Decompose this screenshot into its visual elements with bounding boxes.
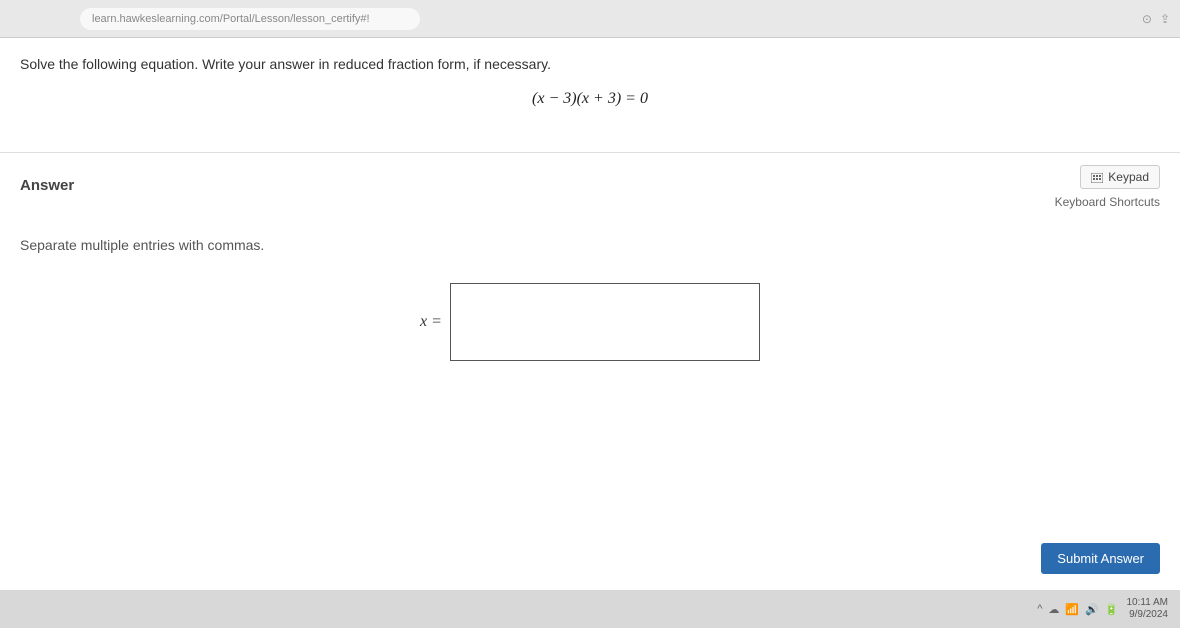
answer-input[interactable] [450,283,760,361]
clock-time: 10:11 AM [1126,597,1168,609]
battery-icon[interactable]: 🔋 [1105,603,1119,616]
answer-label: Answer [20,177,74,194]
keyboard-shortcuts-link[interactable]: Keyboard Shortcuts [1055,195,1160,209]
system-tray: ^ ☁ 📶 🔊 🔋 [1037,603,1118,616]
windows-taskbar: ^ ☁ 📶 🔊 🔋 10:11 AM 9/9/2024 [0,590,1180,628]
keypad-icon [1091,172,1103,182]
search-icon[interactable]: ⊙ [1142,12,1152,26]
browser-chrome: learn.hawkeslearning.com/Portal/Lesson/l… [0,0,1180,38]
equation-display: (x − 3)(x + 3) = 0 [20,90,1160,108]
url-text: learn.hawkeslearning.com/Portal/Lesson/l… [92,13,370,25]
taskbar-clock[interactable]: 10:11 AM 9/9/2024 [1126,597,1168,621]
clock-date: 9/9/2024 [1126,609,1168,621]
question-prompt: Solve the following equation. Write your… [20,56,1160,72]
browser-actions: ⊙ ⇪ [1142,12,1170,26]
answer-hint: Separate multiple entries with commas. [20,237,1160,253]
question-section: Solve the following equation. Write your… [0,38,1180,122]
wifi-icon[interactable]: 📶 [1065,603,1079,616]
lesson-content: Solve the following equation. Write your… [0,38,1180,590]
url-bar[interactable]: learn.hawkeslearning.com/Portal/Lesson/l… [80,8,420,30]
chevron-up-icon[interactable]: ^ [1037,603,1042,615]
answer-input-row: x = [20,283,1160,361]
keypad-button[interactable]: Keypad [1080,165,1160,189]
variable-label: x = [420,313,442,331]
share-icon[interactable]: ⇪ [1160,12,1170,26]
volume-icon[interactable]: 🔊 [1085,603,1099,616]
answer-toolbox: Keypad Keyboard Shortcuts [1055,165,1160,209]
keypad-label: Keypad [1108,170,1149,184]
submit-answer-button[interactable]: Submit Answer [1041,543,1160,574]
answer-header: Answer Keypad [20,165,1160,209]
answer-section: Answer Keypad [0,153,1180,373]
cloud-icon[interactable]: ☁ [1048,603,1059,616]
